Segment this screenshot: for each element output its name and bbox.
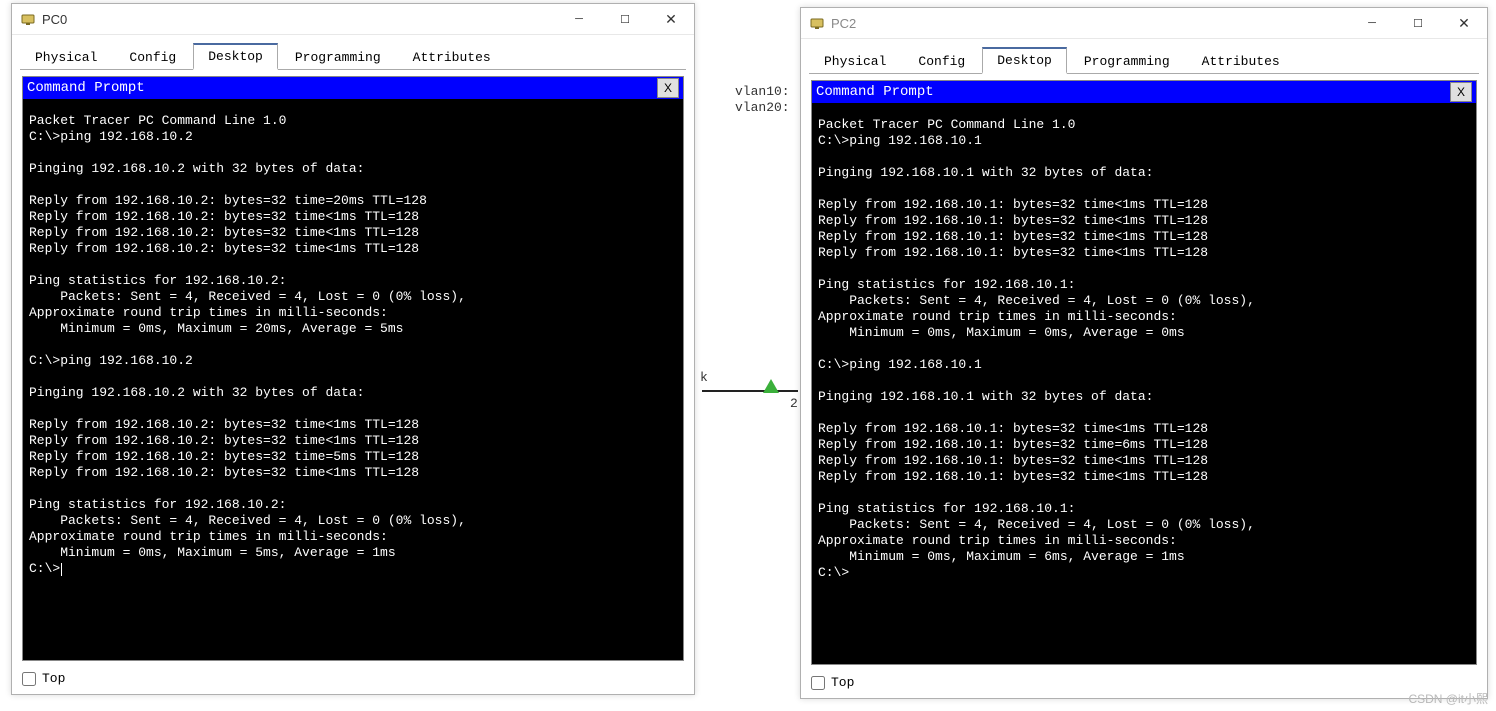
command-prompt-close-button[interactable]: X (1450, 82, 1472, 102)
minimize-button[interactable]: ─ (1349, 8, 1395, 38)
window-pc0: PC0 ─ ☐ ✕ Physical Config Desktop Progra… (11, 3, 695, 695)
command-prompt-terminal[interactable]: Packet Tracer PC Command Line 1.0 C:\>pi… (812, 103, 1476, 664)
window-pc2: PC2 ─ ☐ ✕ Physical Config Desktop Progra… (800, 7, 1488, 699)
app-icon (20, 11, 36, 27)
command-prompt-title: Command Prompt (27, 80, 657, 96)
command-prompt-panel: Command Prompt X Packet Tracer PC Comman… (811, 80, 1477, 665)
titlebar-pc0[interactable]: PC0 ─ ☐ ✕ (12, 4, 694, 35)
tab-programming[interactable]: Programming (1069, 49, 1185, 73)
command-prompt-header: Command Prompt X (23, 77, 683, 99)
tab-config[interactable]: Config (114, 45, 191, 69)
watermark: CSDN @it小熙 (1408, 690, 1488, 707)
window-title: PC0 (42, 12, 67, 27)
vlan20-label: vlan20: (735, 100, 790, 115)
bg-char-upper: k (700, 370, 708, 385)
titlebar-pc2[interactable]: PC2 ─ ☐ ✕ (801, 8, 1487, 39)
tab-attributes[interactable]: Attributes (398, 45, 506, 69)
terminal-prompt: C:\> (29, 561, 62, 576)
terminal-prompt: C:\> (818, 565, 849, 580)
tabbar-pc2: Physical Config Desktop Programming Attr… (801, 39, 1487, 73)
bg-char-lower: 2 (790, 396, 798, 411)
maximize-button[interactable]: ☐ (602, 4, 648, 34)
top-label: Top (831, 675, 854, 690)
command-prompt-terminal[interactable]: Packet Tracer PC Command Line 1.0 C:\>pi… (23, 99, 683, 660)
tabbar-pc0: Physical Config Desktop Programming Attr… (12, 35, 694, 69)
maximize-button[interactable]: ☐ (1395, 8, 1441, 38)
window-title: PC2 (831, 16, 856, 31)
command-prompt-header: Command Prompt X (812, 81, 1476, 103)
terminal-output: Packet Tracer PC Command Line 1.0 C:\>pi… (818, 117, 1255, 564)
tab-physical[interactable]: Physical (809, 49, 901, 73)
footer-pc2: Top (801, 669, 1487, 698)
close-button[interactable]: ✕ (648, 4, 694, 34)
top-checkbox[interactable] (811, 676, 825, 690)
tab-config[interactable]: Config (903, 49, 980, 73)
minimize-button[interactable]: ─ (556, 4, 602, 34)
link-status-icon (763, 379, 779, 393)
tab-attributes[interactable]: Attributes (1187, 49, 1295, 73)
tab-programming[interactable]: Programming (280, 45, 396, 69)
tab-desktop[interactable]: Desktop (193, 43, 278, 70)
topology-link (702, 390, 798, 392)
command-prompt-panel: Command Prompt X Packet Tracer PC Comman… (22, 76, 684, 661)
close-button[interactable]: ✕ (1441, 8, 1487, 38)
command-prompt-title: Command Prompt (816, 84, 1450, 100)
command-prompt-close-button[interactable]: X (657, 78, 679, 98)
app-icon (809, 15, 825, 31)
tab-physical[interactable]: Physical (20, 45, 112, 69)
top-checkbox[interactable] (22, 672, 36, 686)
tab-desktop[interactable]: Desktop (982, 47, 1067, 74)
terminal-output: Packet Tracer PC Command Line 1.0 C:\>pi… (29, 113, 466, 560)
top-label: Top (42, 671, 65, 686)
vlan10-label: vlan10: (735, 84, 790, 99)
footer-pc0: Top (12, 665, 694, 694)
